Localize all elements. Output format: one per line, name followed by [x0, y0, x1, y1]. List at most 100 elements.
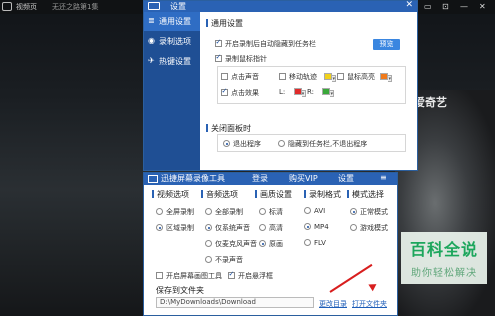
- left-label: L:: [279, 88, 286, 96]
- app-camera-icon: [148, 175, 158, 183]
- format-mp4-radio[interactable]: [304, 223, 311, 230]
- login-button[interactable]: 登录: [252, 173, 268, 184]
- exit-program-option[interactable]: 退出程序: [223, 139, 261, 149]
- record-icon: ◉: [148, 36, 155, 45]
- format-flv-radio[interactable]: [304, 239, 311, 246]
- right-click-color-swatch[interactable]: [322, 88, 331, 95]
- screen-draw-tool-option[interactable]: 开启屏幕画图工具: [156, 271, 222, 281]
- quality-sd-option[interactable]: 标清: [259, 207, 283, 217]
- hide-to-tray-radio[interactable]: [278, 140, 285, 147]
- auto-hide-option[interactable]: 开启录制后自动隐藏到任务栏: [215, 38, 316, 49]
- fullscreen-record-option[interactable]: 全屏录制: [156, 207, 194, 217]
- click-sound-label: 点击声音: [231, 73, 259, 81]
- click-effect-checkbox[interactable]: [221, 87, 228, 96]
- move-track-option[interactable]: 移动轨迹 ▾: [279, 72, 337, 82]
- game-mode-radio[interactable]: [350, 224, 357, 231]
- screen-draw-tool-checkbox[interactable]: [156, 272, 163, 279]
- format-flv-option[interactable]: FLV: [304, 239, 326, 247]
- no-audio-radio[interactable]: [205, 256, 212, 263]
- mouse-highlight-label: 鼠标高亮: [347, 73, 375, 81]
- watermark-brand: 百科全说: [409, 240, 478, 259]
- format-avi-option[interactable]: AVI: [304, 207, 325, 215]
- audio-options-heading: 音频选项: [201, 189, 238, 200]
- settings-close-icon[interactable]: ✕: [405, 0, 413, 10]
- quality-sd-radio[interactable]: [259, 208, 266, 215]
- save-path-field[interactable]: D:\MyDownloads\Download: [156, 297, 314, 308]
- recorder-panel: 迅捷屏幕录像工具 登录 购买VIP 设置 ≡ 视频选项 音频选项 画质设置 录制…: [143, 172, 398, 316]
- system-audio-radio[interactable]: [205, 224, 212, 231]
- record-pointer-option[interactable]: 录制鼠标指针: [215, 53, 267, 64]
- hide-to-tray-label: 隐藏到任务栏,不退出程序: [288, 140, 368, 148]
- menu-icon[interactable]: ≡: [380, 173, 387, 182]
- site-watermark: 百科全说 助你轻松解决: [403, 236, 485, 282]
- hide-to-tray-option[interactable]: 隐藏到任务栏,不退出程序: [278, 139, 367, 149]
- quality-hd-option[interactable]: 高清: [259, 223, 283, 233]
- player-logo-icon: [2, 2, 12, 11]
- chevron-down-icon[interactable]: ▾: [332, 75, 337, 82]
- exit-program-radio[interactable]: [223, 140, 230, 147]
- click-sound-checkbox[interactable]: [221, 73, 228, 80]
- chevron-down-icon[interactable]: ▾: [330, 90, 335, 97]
- buy-vip-button[interactable]: 购买VIP: [289, 173, 318, 184]
- change-directory-link[interactable]: 更改目录: [319, 299, 347, 309]
- quality-original-option[interactable]: 原画: [259, 239, 283, 249]
- recorder-settings-button[interactable]: 设置: [338, 173, 354, 184]
- move-track-label: 移动轨迹: [289, 73, 317, 81]
- click-effect-option[interactable]: 点击效果: [221, 87, 259, 98]
- open-folder-link[interactable]: 打开文件夹: [352, 299, 387, 309]
- no-audio-option[interactable]: 不录声音: [205, 255, 243, 265]
- section-accent: [206, 124, 208, 132]
- sidebar-item-general[interactable]: ≣ 通用设置: [144, 12, 200, 31]
- quality-heading: 画质设置: [255, 189, 292, 200]
- settings-sidebar: ≣ 通用设置 ◉ 录制选项 ✈ 热键设置: [144, 12, 200, 170]
- plane-icon: ✈: [148, 56, 155, 65]
- player-file-name: 无还之路第1集: [52, 3, 99, 11]
- format-mp4-option[interactable]: MP4: [304, 223, 329, 231]
- left-click-color-swatch[interactable]: [293, 88, 302, 95]
- record-pointer-label: 录制鼠标指针: [225, 55, 267, 63]
- region-record-radio[interactable]: [156, 224, 163, 231]
- fullscreen-record-radio[interactable]: [156, 208, 163, 215]
- move-track-color-swatch[interactable]: [324, 73, 333, 80]
- highlight-color-swatch[interactable]: [380, 73, 389, 80]
- video-options-heading: 视频选项: [152, 189, 189, 200]
- sidebar-item-hotkeys[interactable]: ✈ 热键设置: [144, 52, 200, 71]
- quality-hd-radio[interactable]: [259, 224, 266, 231]
- close-icon[interactable]: ✕: [479, 2, 486, 11]
- chevron-down-icon[interactable]: ▾: [301, 90, 306, 97]
- record-all-audio-option[interactable]: 全部录制: [205, 207, 243, 217]
- mouse-highlight-option[interactable]: 鼠标高亮 ▾: [337, 72, 393, 82]
- save-folder-label: 保存到文件夹: [156, 286, 204, 295]
- video-watermark-logo: 爱奇艺: [414, 96, 447, 109]
- move-track-checkbox[interactable]: [279, 73, 286, 80]
- record-all-audio-radio[interactable]: [205, 208, 212, 215]
- quality-original-radio[interactable]: [259, 240, 266, 247]
- section-accent: [206, 19, 208, 27]
- mouse-highlight-checkbox[interactable]: [337, 73, 344, 80]
- preview-button[interactable]: 预览: [373, 39, 400, 50]
- chevron-down-icon[interactable]: ▾: [388, 75, 393, 82]
- format-avi-radio[interactable]: [304, 207, 311, 214]
- record-pointer-checkbox[interactable]: [215, 53, 222, 62]
- mic-audio-option[interactable]: 仅麦克风声音: [205, 239, 257, 249]
- mini-mode-icon[interactable]: ▭: [424, 2, 432, 11]
- floating-window-checkbox[interactable]: [228, 270, 235, 279]
- general-section-title: 通用设置: [211, 19, 243, 28]
- fullscreen-icon[interactable]: ⊡: [442, 2, 449, 11]
- auto-hide-label: 开启录制后自动隐藏到任务栏: [225, 40, 316, 48]
- normal-mode-option[interactable]: 正常模式: [350, 207, 388, 217]
- exit-program-label: 退出程序: [233, 140, 261, 148]
- system-audio-option[interactable]: 仅系统声音: [205, 223, 250, 233]
- auto-hide-checkbox[interactable]: [215, 38, 222, 47]
- left-click-color[interactable]: L: ▾: [279, 88, 306, 97]
- click-sound-option[interactable]: 点击声音: [221, 72, 259, 82]
- sidebar-item-record-options[interactable]: ◉ 录制选项: [144, 32, 200, 51]
- mic-audio-radio[interactable]: [205, 240, 212, 247]
- game-mode-option[interactable]: 游戏模式: [350, 223, 388, 233]
- right-click-color[interactable]: R: ▾: [307, 88, 335, 97]
- floating-window-option[interactable]: 开启悬浮框: [228, 270, 273, 281]
- recorder-title: 迅捷屏幕录像工具: [161, 174, 225, 183]
- minimize-icon[interactable]: —: [460, 2, 468, 11]
- region-record-option[interactable]: 区域录制: [156, 223, 194, 233]
- normal-mode-radio[interactable]: [350, 208, 357, 215]
